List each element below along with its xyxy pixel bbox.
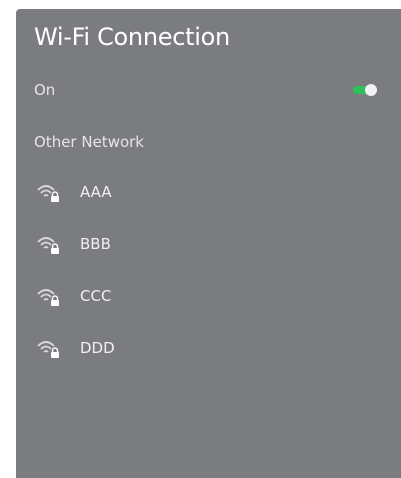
network-list: AAA BBB CCC DDD [34,179,377,387]
network-name: AAA [80,183,112,201]
other-network-header: Other Network [34,133,144,151]
wifi-settings-panel: Wi-Fi Connection On Other Network AAA BB… [16,9,401,478]
network-name: BBB [80,235,111,253]
wifi-on-label: On [34,81,56,99]
wifi-on-row[interactable]: On [34,81,377,101]
network-name: DDD [80,339,115,357]
wifi-lock-icon [36,235,62,255]
wifi-toggle-switch[interactable] [353,84,377,96]
panel-title: Wi-Fi Connection [34,23,230,51]
network-item-ccc[interactable]: CCC [34,283,377,335]
network-item-bbb[interactable]: BBB [34,231,377,283]
wifi-lock-icon [36,287,62,307]
network-name: CCC [80,287,112,305]
wifi-lock-icon [36,183,62,203]
toggle-knob [365,84,377,96]
network-item-ddd[interactable]: DDD [34,335,377,387]
wifi-lock-icon [36,339,62,359]
network-item-aaa[interactable]: AAA [34,179,377,231]
